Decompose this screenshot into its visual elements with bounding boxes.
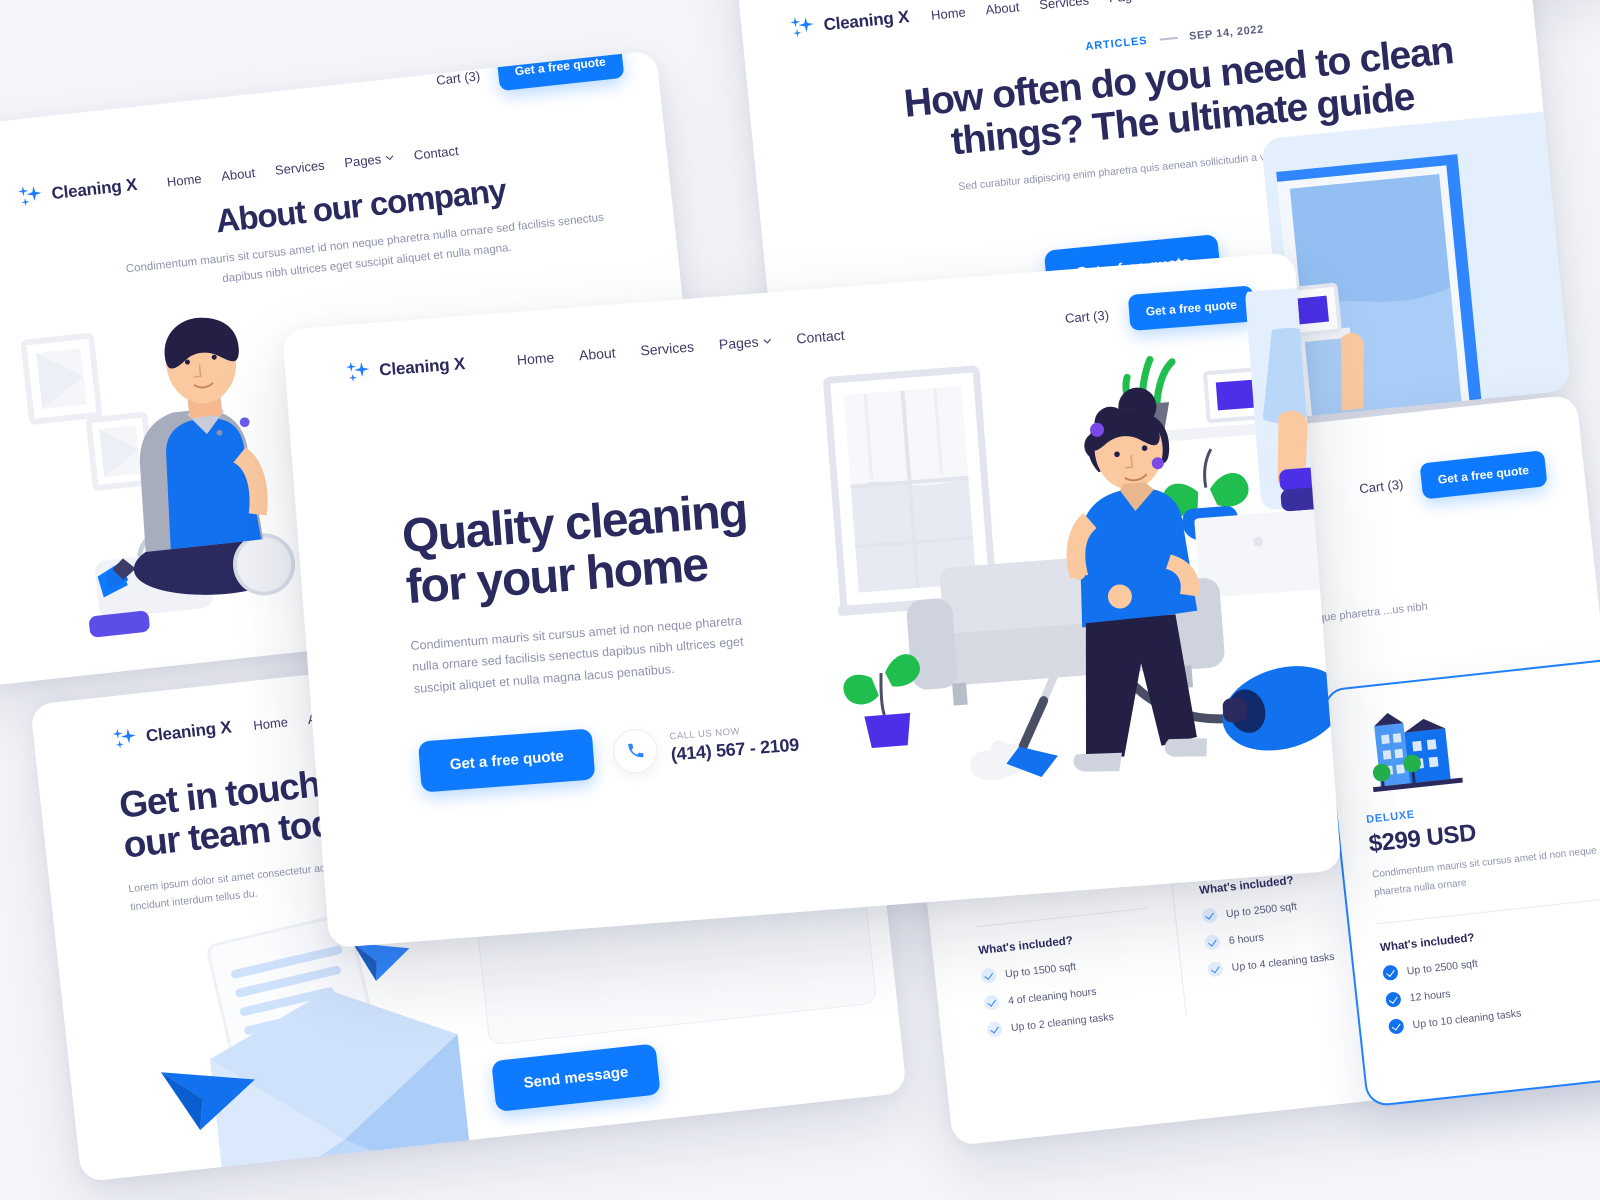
showcase-canvas: Cart (3) Get a free quote Cart (3) Get a…	[0, 0, 1600, 1200]
buildings-icon	[1372, 713, 1463, 793]
nav-about[interactable]: About	[985, 0, 1020, 17]
check-icon	[980, 967, 998, 984]
sparkle-icon	[345, 359, 373, 385]
meta-divider	[1159, 37, 1178, 41]
nav-home[interactable]: Home	[166, 170, 202, 189]
nav-pages-label: Pages	[718, 333, 760, 353]
check-icon	[1388, 1018, 1405, 1035]
get-quote-button[interactable]: Get a free quote	[1419, 450, 1548, 500]
feature-label: Up to 10 cleaning tasks	[1412, 1006, 1522, 1031]
nav-services[interactable]: Services	[274, 157, 325, 177]
nav-pages[interactable]: Pages	[1108, 0, 1159, 5]
nav-contact[interactable]: Contact	[413, 143, 459, 163]
nav-services[interactable]: Services	[640, 338, 695, 358]
phone-icon	[611, 727, 660, 775]
feature-label: 12 hours	[1409, 987, 1452, 1004]
feature-label: Up to 2 cleaning tasks	[1010, 1010, 1115, 1034]
brand-name: Cleaning X	[50, 174, 139, 204]
nav-home[interactable]: Home	[253, 714, 289, 733]
page-lede: Condimentum mauris sit cursus amet id no…	[410, 613, 744, 696]
sparkle-icon	[17, 183, 45, 210]
brand-logo[interactable]: Cleaning X	[345, 352, 466, 385]
brand-logo[interactable]: Cleaning X	[17, 173, 139, 210]
brand-logo[interactable]: Cleaning X	[111, 715, 233, 752]
nav-home[interactable]: Home	[516, 349, 554, 368]
feature-label: Up to 2500 sqft	[1225, 900, 1298, 920]
pricing-plan-deluxe[interactable]: DELUXE $299 USD Condimentum mauris sit c…	[1322, 657, 1600, 1108]
nav-about[interactable]: About	[220, 165, 255, 184]
check-icon	[1207, 960, 1224, 978]
check-icon	[1204, 934, 1221, 951]
chevron-down-icon	[386, 154, 394, 160]
feature-label: Up to 4 cleaning tasks	[1231, 950, 1336, 974]
plan-feature: Up to 2 cleaning tasks	[986, 1004, 1160, 1038]
get-quote-button[interactable]: Get a free quote	[418, 728, 596, 793]
plan-feature: 4 of cleaning hours	[983, 977, 1157, 1011]
brand-name: Cleaning X	[145, 717, 233, 746]
nav-pages-label: Pages	[343, 150, 382, 170]
woman-vacuuming-living-room-illustration	[823, 286, 1342, 781]
nav-about[interactable]: About	[578, 345, 616, 364]
sparkle-icon	[111, 726, 139, 753]
call-us-block[interactable]: CALL US NOW (414) 567 - 2109	[611, 716, 800, 775]
nav-pages-label: Pages	[1108, 0, 1146, 5]
page-title: Quality cleaning for your home	[400, 481, 807, 615]
feature-label: Up to 2500 sqft	[1406, 957, 1479, 977]
feature-label: Up to 1500 sqft	[1004, 960, 1077, 980]
brand-name: Cleaning X	[378, 354, 466, 380]
nav-home[interactable]: Home	[930, 4, 966, 22]
check-icon	[1385, 991, 1402, 1008]
nav-links: Home About Services Pages Contact	[516, 327, 845, 368]
brand-logo[interactable]: Cleaning X	[789, 5, 911, 41]
article-date: SEP 14, 2022	[1188, 23, 1265, 43]
nav-links: Home About Services Pages Contact	[930, 0, 1223, 22]
article-category: ARTICLES	[1084, 34, 1149, 53]
sparkle-icon	[789, 14, 817, 40]
nav-pages[interactable]: Pages	[718, 333, 772, 353]
brand-name: Cleaning X	[822, 7, 911, 35]
feature-label: 6 hours	[1228, 930, 1265, 947]
check-icon	[1201, 907, 1218, 924]
divider	[975, 907, 1148, 928]
nav-pages[interactable]: Pages	[344, 150, 395, 170]
cart-label[interactable]: Cart (3)	[1359, 476, 1404, 496]
plan-feature: Up to 1500 sqft	[980, 950, 1154, 984]
nav-services[interactable]: Services	[1038, 0, 1089, 12]
send-message-button[interactable]: Send message	[491, 1043, 661, 1112]
check-icon	[1382, 964, 1399, 982]
chevron-down-icon	[763, 338, 772, 344]
feature-label: 4 of cleaning hours	[1007, 985, 1097, 1007]
cart-label[interactable]: Cart (3)	[435, 68, 480, 88]
check-icon	[986, 1021, 1003, 1038]
divider	[1377, 897, 1600, 925]
get-quote-button[interactable]: Get a free quote	[495, 50, 625, 92]
check-icon	[983, 994, 1000, 1011]
card-home-page: Cleaning X Home About Services Pages Con…	[282, 252, 1342, 949]
